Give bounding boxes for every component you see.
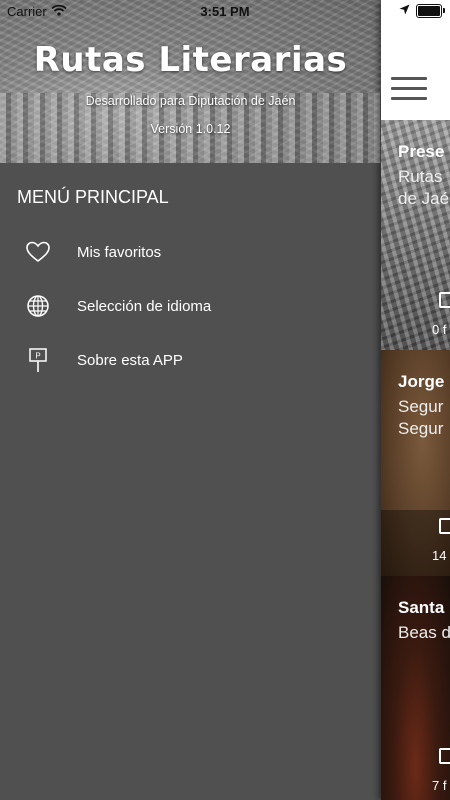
route-card[interactable]: Prese Rutas de Jaé 0 f: [381, 120, 450, 350]
menu-heading: MENÚ PRINCIPAL: [17, 187, 169, 207]
menu-item-favorites[interactable]: Mis favoritos: [0, 230, 381, 274]
app-subtitle: Desarrollado para Diputación de Jaén: [85, 94, 296, 108]
status-indicators: [399, 3, 445, 18]
photo-count: 7 f: [432, 778, 447, 793]
route-card[interactable]: Santa Beas d 7 f: [381, 576, 450, 800]
card-subtitle-line: Rutas: [398, 167, 443, 186]
card-title: Prese: [398, 142, 445, 161]
card-subtitle-line: Segur: [398, 419, 444, 438]
status-time: 3:51 PM: [200, 4, 250, 19]
card-title: Jorge: [398, 372, 445, 391]
card-title: Santa: [398, 598, 445, 617]
status-bar: Carrier 3:51 PM: [0, 0, 450, 22]
menu-item-label: Sobre esta APP: [77, 351, 183, 369]
side-drawer: Rutas Literarias Desarrollado para Diput…: [0, 0, 381, 800]
route-card[interactable]: Jorge Segur Segur 14 f: [381, 350, 450, 576]
app-version: Versión 1.0.12: [150, 122, 231, 136]
menu-item-about[interactable]: P Sobre esta APP: [0, 338, 381, 382]
app-title: Rutas Literarias: [33, 40, 348, 80]
photo-icon: [439, 748, 450, 764]
photo-icon: [439, 518, 450, 534]
location-arrow-icon: [399, 3, 410, 18]
card-subtitle-line: Segur: [398, 397, 444, 416]
menu-item-language[interactable]: Selección de idioma: [0, 284, 381, 328]
card-subtitle-line: de Jaé: [398, 189, 450, 208]
photo-count: 0 f: [432, 322, 447, 337]
menu-item-label: Selección de idioma: [77, 297, 212, 315]
photo-count: 14 f: [432, 548, 450, 563]
menu-item-label: Mis favoritos: [77, 243, 162, 261]
card-subtitle-line: Beas d: [398, 623, 450, 642]
photo-icon: [439, 292, 450, 308]
battery-icon: [416, 3, 445, 18]
menu-icon[interactable]: [391, 75, 427, 103]
globe-icon: [18, 294, 58, 318]
main-content: Prese Rutas de Jaé 0 f Jorge Segur Segur…: [381, 0, 450, 800]
heart-icon: [18, 240, 58, 264]
svg-text:P: P: [35, 352, 40, 361]
signpost-icon: P: [18, 347, 58, 373]
drawer-header: Rutas Literarias Desarrollado para Diput…: [0, 0, 381, 163]
